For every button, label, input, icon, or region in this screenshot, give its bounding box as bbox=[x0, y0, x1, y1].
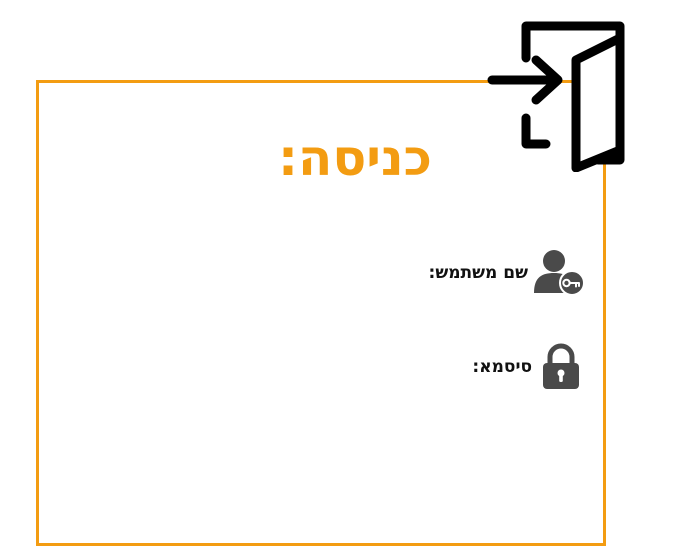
user-key-icon bbox=[534, 250, 585, 296]
page-title: כניסה: bbox=[277, 129, 432, 187]
username-row: שם משתמש: bbox=[429, 246, 588, 300]
password-label: סיסמא: bbox=[472, 357, 532, 377]
password-row: סיסמא: bbox=[472, 340, 582, 394]
padlock-icon bbox=[543, 343, 579, 389]
username-label: שם משתמש: bbox=[428, 263, 528, 283]
door-enter-icon bbox=[487, 21, 625, 172]
